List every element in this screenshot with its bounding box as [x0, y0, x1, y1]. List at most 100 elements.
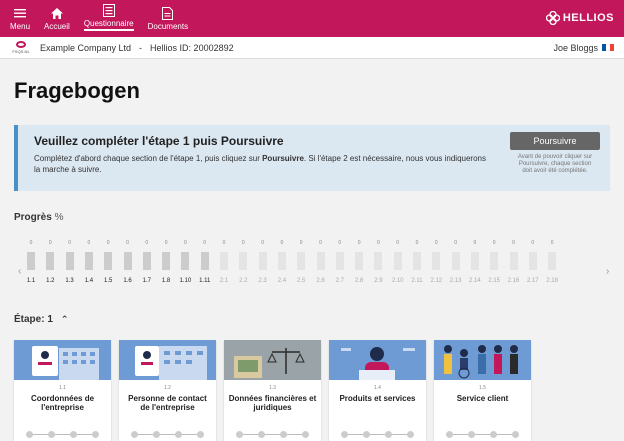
step-label: 2.16 [507, 278, 520, 284]
step-label: 2.3 [258, 278, 267, 284]
building-icon [14, 340, 111, 380]
step-label: 2.1 [219, 278, 229, 284]
scroll-left-icon[interactable]: ‹ [18, 266, 21, 277]
progress-step[interactable]: 0 2.16 [507, 240, 521, 284]
step-bar [374, 252, 383, 270]
button-note: Avant de pouvoir cliquer sur Poursuivre,… [517, 154, 593, 174]
step-bar [509, 252, 518, 270]
company-separator: - [139, 42, 143, 53]
step-percent: 0 [48, 240, 52, 246]
scroll-right-icon[interactable]: › [606, 266, 609, 277]
step-percent: 0 [145, 240, 149, 246]
nav-accueil[interactable]: Accueil [44, 6, 70, 37]
nav-documents-label: Documents [147, 22, 189, 31]
section-card[interactable]: 1.5 Service client [434, 340, 531, 441]
step-label: 2.13 [449, 278, 462, 284]
step-percent: 0 [396, 240, 400, 246]
step-bar [27, 252, 35, 270]
progress-step[interactable]: 0 2.3 [256, 240, 270, 284]
section-progress [446, 430, 519, 438]
page-title: Fragebogen [14, 78, 140, 103]
nav-menu[interactable]: Menu [10, 6, 30, 37]
progress-step[interactable]: 0 1.7 [140, 240, 154, 284]
step-label: 1.5 [104, 278, 113, 284]
step-bar [181, 252, 190, 270]
step-percent: 0 [87, 240, 91, 246]
list-icon [101, 3, 117, 17]
step-percent: 0 [68, 240, 71, 246]
nav-accueil-label: Accueil [44, 22, 70, 31]
section-card[interactable]: 1.2 Personne de contact de l'entreprise [119, 340, 216, 441]
progress-step[interactable]: 0 1.6 [121, 240, 135, 284]
progress-step[interactable]: 0 1.8 [159, 240, 173, 284]
step-percent: 0 [550, 240, 554, 246]
hellios-logo-icon [545, 11, 560, 25]
step-bar [162, 252, 171, 270]
progress-step[interactable]: 0 1.2 [43, 240, 57, 284]
progress-step[interactable]: 0 1.5 [101, 240, 115, 284]
progress-step[interactable]: 0 2.14 [468, 240, 482, 284]
progress-step[interactable]: 0 1.3 [63, 240, 77, 284]
step-percent: 0 [106, 240, 110, 246]
section-title: Coordonnées de l'entreprise [30, 394, 95, 412]
progress-step[interactable]: 0 2.4 [275, 240, 289, 284]
progress-step[interactable]: 0 2.1 [217, 240, 231, 284]
progress-step[interactable]: 0 1.10 [178, 240, 192, 284]
step-label: 2.15 [488, 278, 501, 284]
section-card[interactable]: 1.3 Données financières et juridiques [224, 340, 321, 441]
brand-logo[interactable]: HELLIOS [545, 11, 614, 25]
finance-icon [224, 340, 321, 380]
step-bar [451, 252, 460, 270]
etape-toggle[interactable]: Étape: 1 ⌃ [14, 314, 68, 325]
step-bar [200, 252, 209, 270]
progress-steps: ‹ › 0 1.1 0 1.2 0 1.3 0 1.4 0 1.5 0 1.6 0 1.7 0 1.8 0 1.1… [14, 240, 610, 300]
step-label: 2.8 [354, 278, 364, 284]
step-bar [355, 252, 364, 270]
progress-step[interactable]: 0 2.12 [429, 240, 443, 284]
step-percent: 0 [377, 240, 380, 246]
progress-step[interactable]: 0 2.5 [294, 240, 308, 284]
progress-step[interactable]: 0 2.13 [449, 240, 463, 284]
step-label: 2.5 [297, 278, 306, 284]
progress-step[interactable]: 0 2.7 [333, 240, 347, 284]
progress-step[interactable]: 0 1.1 [24, 240, 38, 284]
etape-label: Étape: 1 [14, 314, 53, 325]
step-label: 1.2 [46, 278, 55, 284]
nav-documents[interactable]: Documents [148, 6, 188, 37]
section-card[interactable]: 1.4 Produits et services [329, 340, 426, 441]
nav-questionnaire[interactable]: Questionnaire [83, 3, 134, 37]
section-card[interactable]: 1.1 Coordonnées de l'entreprise [14, 340, 111, 441]
support-agent-icon [329, 340, 426, 380]
progress-step[interactable]: 0 2.8 [352, 240, 366, 284]
progress-step[interactable]: 0 2.2 [236, 240, 250, 284]
section-title: Service client [456, 394, 509, 403]
progress-step[interactable]: 0 1.11 [198, 240, 212, 284]
step-bar [335, 252, 344, 270]
step-bar [316, 252, 325, 270]
step-label: 2.14 [469, 278, 481, 284]
progress-step[interactable]: 0 2.15 [487, 240, 501, 284]
hellios-id: Hellios ID: 20002892 [150, 42, 234, 53]
step-bar [490, 252, 499, 270]
progress-step[interactable]: 0 2.10 [391, 240, 405, 284]
step-percent: 0 [492, 240, 496, 246]
section-title: Personne de contact de l'entreprise [128, 394, 207, 412]
top-navigation: Menu Accueil Questionnaire Documents HEL… [0, 0, 624, 37]
progress-step[interactable]: 0 2.11 [410, 240, 424, 284]
progress-step[interactable]: 0 2.6 [314, 240, 328, 284]
company-bar: FSQS-NL Example Company Ltd - Hellios ID… [0, 37, 624, 59]
user-menu[interactable]: Joe Bloggs [553, 43, 614, 53]
step-bar [239, 252, 248, 270]
poursuivre-button[interactable]: Poursuivre [510, 132, 600, 150]
progress-step[interactable]: 0 2.18 [545, 240, 559, 284]
step-label: 2.11 [411, 278, 423, 284]
step-percent: 0 [164, 240, 168, 246]
french-flag-icon[interactable] [602, 44, 614, 51]
progress-step[interactable]: 0 2.9 [371, 240, 385, 284]
progress-step[interactable]: 0 2.17 [526, 240, 540, 284]
step-percent: 0 [222, 240, 226, 246]
home-icon [49, 6, 65, 20]
progress-step[interactable]: 0 1.4 [82, 240, 96, 284]
section-title: Données financières et juridiques [228, 394, 317, 412]
brand-name: HELLIOS [562, 12, 614, 24]
